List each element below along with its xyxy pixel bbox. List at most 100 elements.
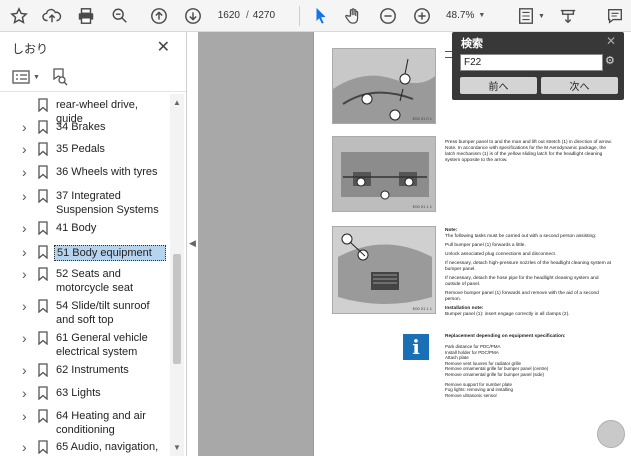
- bookmark-icon: [38, 142, 48, 156]
- toolbar-divider: [299, 6, 300, 26]
- bookmark-label: 64 Heating and air conditioning: [56, 410, 146, 436]
- bookmarks-scrollbar[interactable]: ▲ ▼: [170, 94, 184, 456]
- figure-bumper-latch: E00 01 1 1: [332, 136, 436, 212]
- next-button[interactable]: 次へ: [541, 77, 618, 94]
- chevron-right-icon[interactable]: ›: [22, 165, 32, 179]
- search-popup: 検索 ✕ F22 ⚙ 前へ 次へ: [452, 32, 624, 100]
- bookmark-item[interactable]: › 52 Seats and motorcycle seat: [0, 267, 170, 295]
- bookmark-icon: [38, 409, 48, 423]
- chevron-down-icon[interactable]: ▼: [538, 13, 545, 20]
- chevron-down-icon[interactable]: ▼: [478, 12, 485, 19]
- chevron-right-icon[interactable]: ›: [22, 189, 32, 203]
- collapse-panel-icon[interactable]: ◀: [189, 238, 196, 249]
- note-line: The following tasks must be carried out …: [445, 234, 597, 239]
- page-total: 4270: [252, 10, 276, 21]
- figure-code: E00 01 1 1: [412, 204, 432, 209]
- page-down-icon[interactable]: [181, 4, 205, 28]
- bookmark-icon: [38, 440, 48, 454]
- note-line: Bumper panel (1): insert engage correctl…: [445, 312, 570, 317]
- annotation-icon[interactable]: [556, 4, 580, 28]
- pointer-icon[interactable]: [309, 4, 333, 28]
- figure-bumper-removal: E00 01 1 1: [332, 226, 436, 314]
- close-icon[interactable]: ✕: [606, 34, 616, 48]
- bookmark-icon: [38, 221, 48, 235]
- list-item: Remove ornamental grille for bumper pane…: [445, 371, 545, 377]
- main-toolbar: 1620 / 4270 48.7% ▼ ▼: [0, 0, 631, 32]
- note-line: Unlock associated plug connections and d…: [445, 252, 557, 257]
- bookmark-label: 65 Audio, navigation,: [56, 441, 159, 453]
- bookmark-item[interactable]: › 65 Audio, navigation,: [0, 440, 170, 454]
- bookmark-item[interactable]: › 62 Instruments: [0, 363, 170, 377]
- chevron-right-icon[interactable]: ›: [22, 331, 32, 345]
- comment-icon[interactable]: [603, 4, 627, 28]
- search-title: 検索: [461, 38, 483, 50]
- chevron-right-icon[interactable]: ›: [22, 245, 32, 259]
- chevron-right-icon[interactable]: ›: [22, 409, 32, 423]
- gear-icon[interactable]: ⚙: [605, 54, 615, 67]
- hand-icon[interactable]: [342, 4, 366, 28]
- bookmark-icon: [38, 363, 48, 377]
- replacement-title: Replacement depending on equipment speci…: [445, 334, 566, 339]
- zoom-in-icon[interactable]: [410, 4, 434, 28]
- bookmark-label: 54 Slide/tilt sunroof and soft top: [56, 300, 150, 326]
- bookmark-item[interactable]: › 35 Pedals: [0, 142, 170, 156]
- star-icon[interactable]: [7, 4, 31, 28]
- info-icon: i: [403, 334, 429, 360]
- page-up-icon[interactable]: [147, 4, 171, 28]
- bookmark-icon: [38, 165, 48, 179]
- bookmark-label: 63 Lights: [56, 387, 101, 399]
- options-menu-icon[interactable]: ▼: [12, 68, 40, 86]
- figure-2-text: Press bumper panel to and the man and li…: [445, 140, 612, 163]
- chevron-right-icon[interactable]: ›: [22, 120, 32, 134]
- chevron-right-icon[interactable]: ›: [22, 386, 32, 400]
- scroll-down-icon[interactable]: ▼: [173, 443, 181, 452]
- chevron-right-icon[interactable]: ›: [22, 221, 32, 235]
- bookmark-item[interactable]: rear-wheel drive, guide: [0, 98, 170, 125]
- figure-front-bumper: E00 01 0 1: [332, 48, 436, 124]
- scroll-up-icon[interactable]: ▲: [173, 98, 181, 107]
- bookmark-icon: [38, 299, 48, 313]
- avatar[interactable]: [597, 420, 625, 448]
- chevron-down-icon[interactable]: ▼: [33, 74, 40, 81]
- page-current-input[interactable]: 1620: [214, 10, 242, 21]
- chevron-right-icon[interactable]: ›: [22, 440, 32, 454]
- bookmark-icon: [38, 267, 48, 281]
- bookmark-label: 35 Pedals: [56, 143, 105, 155]
- zoom-search-icon[interactable]: [108, 4, 132, 28]
- bookmark-item[interactable]: › 54 Slide/tilt sunroof and soft top: [0, 299, 170, 327]
- find-bookmark-icon[interactable]: [52, 68, 68, 86]
- bookmark-item[interactable]: › 41 Body: [0, 221, 170, 235]
- note-line: Remove bumper panel (1) forwards and rem…: [445, 291, 599, 302]
- print-icon[interactable]: [74, 4, 98, 28]
- search-input[interactable]: F22: [460, 54, 603, 71]
- bookmarks-title: しおり: [12, 42, 49, 56]
- bookmark-item[interactable]: › 37 Integrated Suspension Systems: [0, 189, 170, 217]
- chevron-right-icon[interactable]: ›: [22, 299, 32, 313]
- bookmark-item[interactable]: › 36 Wheels with tyres: [0, 165, 170, 179]
- bookmarks-header: しおり ✕: [0, 32, 186, 62]
- bookmark-item[interactable]: › 63 Lights: [0, 386, 170, 400]
- page-number-box[interactable]: 1620 / 4270: [214, 6, 275, 25]
- upload-icon[interactable]: [40, 4, 64, 28]
- close-icon[interactable]: ✕: [157, 37, 170, 57]
- bookmark-label: 52 Seats and motorcycle seat: [56, 268, 134, 294]
- replacement-list: Park distance for PDC/PMA Install holder…: [445, 344, 615, 398]
- scroll-thumb[interactable]: [173, 254, 181, 364]
- prev-button[interactable]: 前へ: [460, 77, 537, 94]
- zoom-out-icon[interactable]: [376, 4, 400, 28]
- bookmark-label: 37 Integrated Suspension Systems: [56, 190, 159, 216]
- chevron-right-icon[interactable]: ›: [22, 142, 32, 156]
- chevron-right-icon[interactable]: ›: [22, 267, 32, 281]
- bookmark-item[interactable]: › 61 General vehicle electrical system: [0, 331, 170, 359]
- pdf-viewer-app: 1620 / 4270 48.7% ▼ ▼ しおり ✕ ▼ rear-wheel…: [0, 0, 631, 456]
- bookmark-item[interactable]: › 64 Heating and air conditioning: [0, 409, 170, 437]
- zoom-level-field[interactable]: 48.7% ▼: [446, 6, 490, 25]
- bookmarks-panel: しおり ✕ ▼ rear-wheel drive, guide › 34 Brake…: [0, 32, 187, 456]
- chevron-right-icon[interactable]: ›: [22, 363, 32, 377]
- bookmark-item[interactable]: › 51 Body equipment: [0, 245, 170, 261]
- note-line: If necessary, detach the hose pipe for t…: [445, 276, 599, 287]
- fit-page-icon[interactable]: [514, 4, 538, 28]
- bookmark-item[interactable]: › 34 Brakes: [0, 120, 170, 134]
- bookmark-icon: [38, 331, 48, 345]
- zoom-level: 48.7%: [446, 10, 475, 21]
